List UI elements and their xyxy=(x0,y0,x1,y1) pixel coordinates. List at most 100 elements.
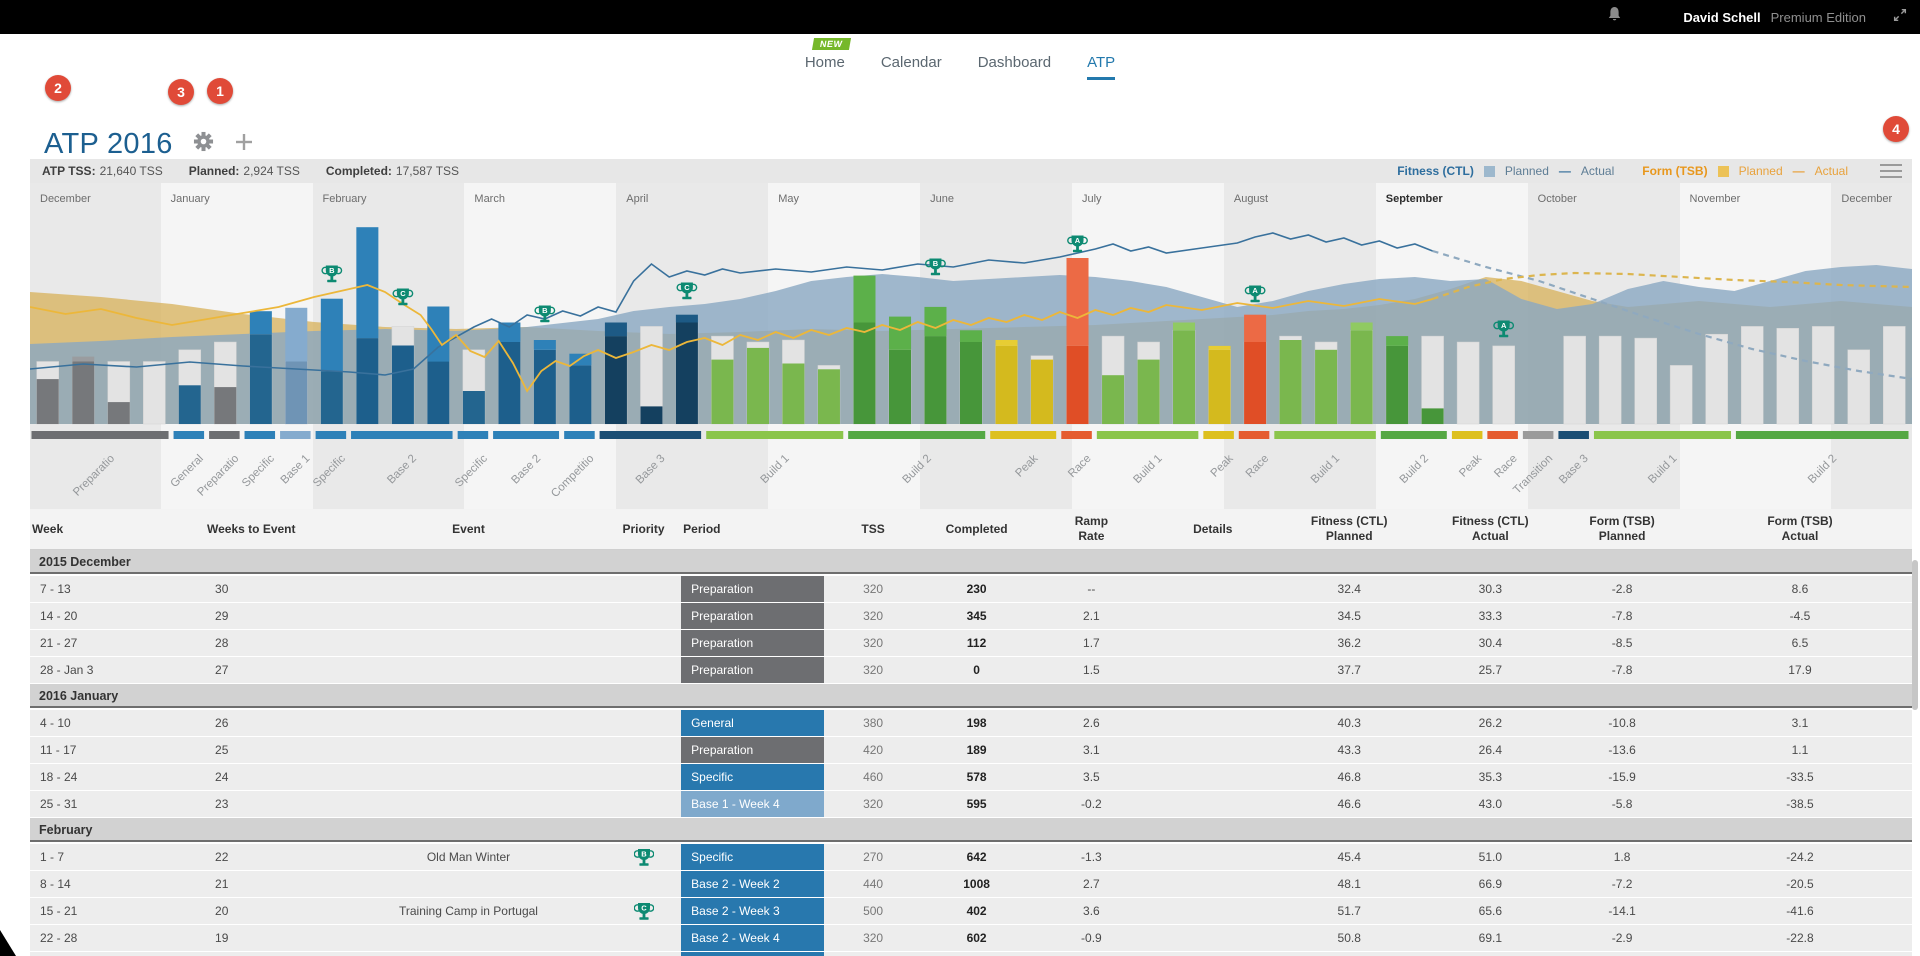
table-row[interactable]: 25 - 3123Base 1 - Week 4320595-0.246.643… xyxy=(30,791,1912,817)
week-bar-completed[interactable] xyxy=(1102,375,1124,424)
week-bar-completed-overflow[interactable] xyxy=(356,227,378,338)
table-row[interactable]: 15 - 2120Training Camp in PortugalCBase … xyxy=(30,898,1912,924)
week-bar-planned[interactable] xyxy=(1493,346,1515,424)
add-plan-plus-icon[interactable] xyxy=(234,132,254,157)
week-bar-completed-overflow[interactable] xyxy=(676,315,698,323)
week-bar-completed[interactable] xyxy=(1173,330,1195,424)
week-bar-completed[interactable] xyxy=(924,336,946,424)
week-bar-completed[interactable] xyxy=(605,336,627,424)
table-row[interactable]: 28 - Jan 327Preparation32001.537.725.7-7… xyxy=(30,657,1912,683)
week-bar-completed[interactable] xyxy=(392,346,414,425)
tab-home[interactable]: HomeNEW xyxy=(805,54,845,80)
week-bar-completed[interactable] xyxy=(356,338,378,424)
week-bar-completed-overflow[interactable] xyxy=(1209,346,1231,350)
week-bar-completed-overflow[interactable] xyxy=(1351,323,1373,331)
week-bar-completed[interactable] xyxy=(1422,408,1444,424)
week-bar-planned[interactable] xyxy=(1848,350,1870,424)
week-bar-planned[interactable] xyxy=(1883,326,1905,424)
week-bar-completed[interactable] xyxy=(747,348,769,424)
week-bar-completed[interactable] xyxy=(108,402,130,424)
table-row[interactable]: 4 - 1026General3801982.640.326.2-10.83.1 xyxy=(30,710,1912,736)
week-bar-completed[interactable] xyxy=(179,385,201,424)
week-bar-completed[interactable] xyxy=(214,387,236,424)
week-bar-planned[interactable] xyxy=(1741,326,1763,424)
table-row[interactable]: 8 - 1421Base 2 - Week 244010082.748.166.… xyxy=(30,871,1912,897)
week-bar-completed[interactable] xyxy=(782,364,804,425)
week-bar-completed-overflow[interactable] xyxy=(1244,315,1266,342)
week-bar-planned[interactable] xyxy=(1564,336,1586,424)
table-row[interactable]: 1 - 722Old Man WinterBSpecific270642-1.3… xyxy=(30,844,1912,870)
week-bar-completed-overflow[interactable] xyxy=(534,340,556,350)
week-bar-completed[interactable] xyxy=(1351,330,1373,424)
week-bar-completed[interactable] xyxy=(676,323,698,425)
user-avatar[interactable] xyxy=(1639,0,1673,34)
week-bar-completed[interactable] xyxy=(640,406,662,424)
week-bar-completed-overflow[interactable] xyxy=(1386,336,1408,346)
week-bar-completed[interactable] xyxy=(889,350,911,424)
event-trophy-A[interactable]: A xyxy=(1068,236,1087,253)
week-bar-completed-overflow[interactable] xyxy=(1173,323,1195,331)
atp-chart-svg[interactable]: PreparatioGeneralPreparatioSpecificBase … xyxy=(30,219,1912,509)
week-bar-completed[interactable] xyxy=(1244,342,1266,424)
week-bar-completed-overflow[interactable] xyxy=(960,330,982,342)
week-bar-planned[interactable] xyxy=(1777,328,1799,424)
week-bar-completed[interactable] xyxy=(463,391,485,424)
week-bar-completed[interactable] xyxy=(427,362,449,425)
table-row[interactable]: 29 - Mar 618Specific3801690.551.362.1-2.… xyxy=(30,952,1912,956)
week-bar-completed[interactable] xyxy=(1280,340,1302,424)
week-bar-completed-overflow[interactable] xyxy=(250,311,272,334)
week-bar-planned[interactable] xyxy=(1812,326,1834,424)
week-bar-completed[interactable] xyxy=(1315,350,1337,424)
week-bar-completed[interactable] xyxy=(37,379,59,424)
week-bar-completed-overflow[interactable] xyxy=(285,308,307,362)
week-bar-completed-overflow[interactable] xyxy=(605,323,627,337)
week-bar-completed[interactable] xyxy=(1138,360,1160,424)
chart-menu-icon[interactable] xyxy=(1880,160,1902,182)
tab-calendar[interactable]: Calendar xyxy=(881,54,942,80)
week-bar-planned[interactable] xyxy=(1457,342,1479,424)
week-bar-completed[interactable] xyxy=(250,334,272,424)
event-trophy-B[interactable]: B xyxy=(926,259,945,276)
week-bar-planned[interactable] xyxy=(1706,334,1728,424)
table-row[interactable]: 7 - 1330Preparation320230--32.430.3-2.88… xyxy=(30,576,1912,602)
week-bar-planned[interactable] xyxy=(1635,338,1657,424)
week-bar-completed[interactable] xyxy=(534,350,556,424)
week-bar-completed[interactable] xyxy=(996,346,1018,424)
event-trophy-B[interactable]: B xyxy=(322,266,341,283)
event-trophy-A[interactable]: A xyxy=(1245,286,1264,303)
week-bar-completed[interactable] xyxy=(711,360,733,424)
week-bar-completed[interactable] xyxy=(72,362,94,425)
week-bar-planned[interactable] xyxy=(1670,365,1692,424)
notifications-bell-icon[interactable] xyxy=(1606,6,1623,29)
week-bar-completed[interactable] xyxy=(853,323,875,425)
week-bar-completed[interactable] xyxy=(1031,360,1053,424)
week-bar-completed[interactable] xyxy=(1386,346,1408,424)
event-trophy-C[interactable]: C xyxy=(393,289,412,306)
week-bar-completed-overflow[interactable] xyxy=(72,357,94,362)
week-bar-completed-overflow[interactable] xyxy=(889,317,911,350)
tab-dashboard[interactable]: Dashboard xyxy=(978,54,1051,80)
week-bar-completed[interactable] xyxy=(960,342,982,424)
week-bar-completed[interactable] xyxy=(1067,346,1089,424)
settings-gear-icon[interactable] xyxy=(193,131,214,157)
table-row[interactable]: 14 - 2029Preparation3203452.134.533.3-7.… xyxy=(30,603,1912,629)
week-bar-completed[interactable] xyxy=(1209,350,1231,424)
week-bar-completed[interactable] xyxy=(569,365,591,424)
week-bar-completed[interactable] xyxy=(498,342,520,424)
table-row[interactable]: 11 - 1725Preparation4201893.143.326.4-13… xyxy=(30,737,1912,763)
table-row[interactable]: 21 - 2728Preparation3201121.736.230.4-8.… xyxy=(30,630,1912,656)
week-bar-completed-overflow[interactable] xyxy=(924,307,946,336)
week-bar-planned[interactable] xyxy=(1599,336,1621,424)
table-row[interactable]: 22 - 2819Base 2 - Week 4320602-0.950.869… xyxy=(30,925,1912,951)
tab-atp[interactable]: ATP xyxy=(1087,54,1115,80)
fullscreen-icon[interactable] xyxy=(1892,7,1908,28)
week-bar-completed-overflow[interactable] xyxy=(498,323,520,343)
week-bar-completed-overflow[interactable] xyxy=(853,276,875,323)
week-bar-completed[interactable] xyxy=(818,369,840,424)
week-bar-completed-overflow[interactable] xyxy=(1067,258,1089,346)
table-row[interactable]: 18 - 2424Specific4605783.546.835.3-15.9-… xyxy=(30,764,1912,790)
week-bar-completed[interactable] xyxy=(285,362,307,425)
week-bar-completed[interactable] xyxy=(321,371,343,424)
week-bar-planned[interactable] xyxy=(143,362,165,425)
event-trophy-C[interactable]: C xyxy=(677,283,696,300)
